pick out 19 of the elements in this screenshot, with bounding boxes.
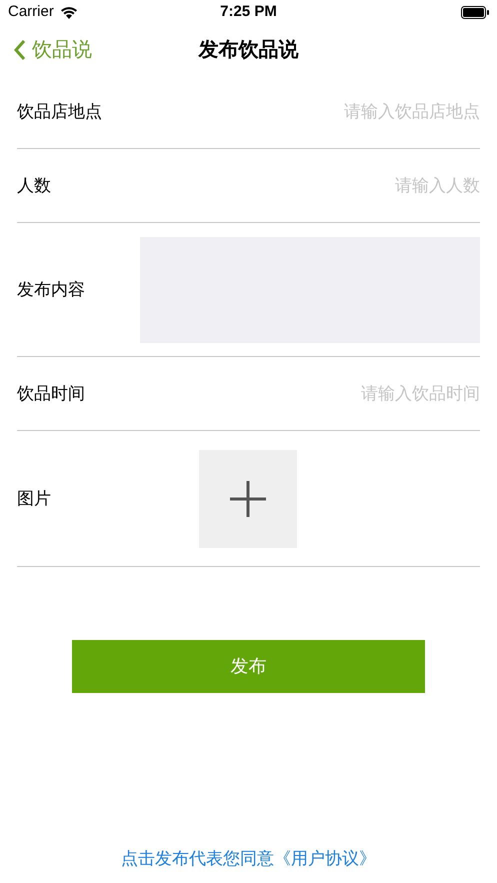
field-label: 饮品时间	[17, 382, 86, 405]
back-button[interactable]: 饮品说	[14, 35, 92, 65]
publish-button[interactable]: 发布	[72, 640, 425, 693]
field-label: 饮品店地点	[17, 100, 103, 123]
page-title: 发布饮品说	[198, 38, 298, 63]
field-label: 发布内容	[17, 278, 86, 301]
input-field[interactable]: 请输入饮品店地点	[137, 98, 480, 124]
add-image-button[interactable]	[199, 450, 297, 548]
carrier-text: Carrier	[8, 2, 54, 22]
plus-icon	[229, 480, 267, 518]
field-label: 人数	[17, 174, 52, 197]
input-field[interactable]: 请输入人数	[137, 172, 480, 198]
agreement-link[interactable]: 点击发布代表您同意《用户协议》	[121, 846, 376, 871]
clock-text: 7:25 PM	[220, 2, 277, 22]
input-field[interactable]: 请输入饮品时间	[137, 380, 480, 406]
battery-icon	[461, 6, 489, 19]
field-label: 图片	[17, 488, 52, 510]
chevron-left-icon	[14, 39, 26, 61]
wifi-icon	[60, 6, 78, 19]
